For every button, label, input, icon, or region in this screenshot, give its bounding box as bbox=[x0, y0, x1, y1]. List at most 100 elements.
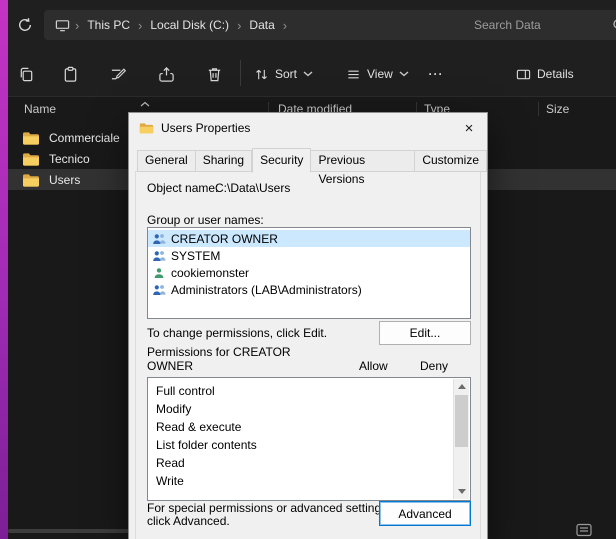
advanced-button[interactable]: Advanced bbox=[379, 501, 471, 526]
user-item-administrators[interactable]: Administrators (LAB\Administrators) bbox=[148, 281, 470, 298]
this-pc-icon bbox=[52, 15, 72, 35]
user-item-cookiemonster[interactable]: cookiemonster bbox=[148, 264, 470, 281]
folder-icon bbox=[139, 122, 154, 134]
chevron-down-icon bbox=[303, 71, 313, 77]
details-pane-icon bbox=[516, 67, 531, 82]
details-button[interactable]: Details bbox=[508, 60, 588, 88]
user-item-system[interactable]: SYSTEM bbox=[148, 247, 470, 264]
refresh-button[interactable] bbox=[12, 13, 38, 37]
search-icon bbox=[612, 18, 616, 32]
permission-row-read-execute[interactable]: Read & execute bbox=[148, 418, 470, 436]
scroll-down-icon bbox=[458, 489, 466, 494]
user-item-label: cookiemonster bbox=[171, 266, 249, 280]
user-group-icon bbox=[152, 233, 166, 245]
folder-icon bbox=[22, 173, 40, 187]
tab-security[interactable]: Security bbox=[252, 148, 311, 173]
edit-button[interactable]: Edit... bbox=[379, 321, 471, 345]
navigation-bar: › This PC › Local Disk (C:) › Data › bbox=[8, 0, 616, 50]
user-group-icon bbox=[152, 250, 166, 262]
breadcrumb-this-pc[interactable]: This PC bbox=[82, 18, 135, 32]
view-button[interactable]: View bbox=[340, 62, 415, 86]
scroll-up-icon bbox=[458, 384, 466, 389]
breadcrumb-separator[interactable]: › bbox=[135, 18, 145, 33]
sort-label: Sort bbox=[275, 67, 297, 81]
tab-customize[interactable]: Customize bbox=[415, 150, 487, 172]
rename-button[interactable] bbox=[104, 62, 132, 86]
object-name-value: C:\Data\Users bbox=[215, 181, 290, 195]
paste-icon bbox=[62, 66, 79, 83]
dialog-titlebar[interactable]: Users Properties bbox=[129, 113, 487, 143]
scroll-up-button[interactable] bbox=[454, 379, 469, 394]
user-item-label: CREATOR OWNER bbox=[171, 232, 278, 246]
allow-column-label: Allow bbox=[359, 359, 388, 373]
chevron-down-icon bbox=[399, 71, 409, 77]
file-name: Tecnico bbox=[49, 152, 90, 166]
toolbar-divider bbox=[240, 60, 241, 86]
share-button[interactable] bbox=[152, 62, 180, 86]
user-item-label: SYSTEM bbox=[171, 249, 220, 263]
breadcrumb-separator[interactable]: › bbox=[280, 18, 290, 33]
permission-row-modify[interactable]: Modify bbox=[148, 400, 470, 418]
view-label: View bbox=[367, 67, 393, 81]
sort-icon bbox=[254, 67, 269, 82]
more-options-button[interactable]: ··· bbox=[422, 62, 450, 86]
scroll-down-button[interactable] bbox=[454, 484, 469, 499]
permission-row-write[interactable]: Write bbox=[148, 472, 470, 490]
advanced-hint-line2: click Advanced. bbox=[147, 514, 230, 528]
user-item-label: Administrators (LAB\Administrators) bbox=[171, 283, 362, 297]
permissions-scrollbar[interactable] bbox=[453, 379, 469, 499]
share-icon bbox=[158, 66, 175, 83]
object-name-label: Object name: bbox=[147, 181, 218, 195]
trash-icon bbox=[206, 66, 223, 83]
sort-ascending-icon bbox=[140, 101, 150, 107]
dialog-title: Users Properties bbox=[161, 121, 250, 135]
breadcrumb-local-disk[interactable]: Local Disk (C:) bbox=[145, 18, 234, 32]
command-bar: Sort View ··· Details bbox=[8, 50, 616, 97]
file-name: Users bbox=[49, 173, 80, 187]
scrollbar-thumb[interactable] bbox=[455, 395, 468, 447]
permission-row-full-control[interactable]: Full control bbox=[148, 382, 470, 400]
tab-sharing[interactable]: Sharing bbox=[196, 150, 252, 172]
tab-previous-versions[interactable]: Previous Versions bbox=[311, 150, 415, 172]
group-user-names-label: Group or user names: bbox=[147, 213, 264, 227]
group-user-list[interactable]: CREATOR OWNER SYSTEM cookiemonster Admin… bbox=[147, 227, 471, 319]
search-input[interactable] bbox=[472, 17, 586, 33]
permissions-list[interactable]: Full control Modify Read & execute List … bbox=[147, 377, 471, 501]
search-box[interactable] bbox=[462, 10, 616, 40]
close-button[interactable]: × bbox=[451, 113, 487, 143]
sort-button[interactable]: Sort bbox=[248, 62, 319, 86]
address-bar[interactable]: › This PC › Local Disk (C:) › Data › bbox=[44, 10, 470, 40]
user-item-creator-owner[interactable]: CREATOR OWNER bbox=[148, 230, 470, 247]
folder-icon bbox=[22, 131, 40, 145]
permission-row-list-folder-contents[interactable]: List folder contents bbox=[148, 436, 470, 454]
view-mode-button[interactable] bbox=[572, 521, 596, 539]
paste-button[interactable] bbox=[56, 62, 84, 86]
folder-icon bbox=[22, 152, 40, 166]
details-label: Details bbox=[537, 67, 574, 81]
breadcrumb-separator[interactable]: › bbox=[234, 18, 244, 33]
column-header-name[interactable]: Name bbox=[24, 96, 56, 122]
permissions-for-label: Permissions for CREATOR OWNER bbox=[147, 345, 302, 373]
deny-column-label: Deny bbox=[420, 359, 448, 373]
user-group-icon bbox=[152, 284, 166, 296]
edit-permissions-hint: To change permissions, click Edit. bbox=[147, 326, 327, 340]
column-divider[interactable] bbox=[538, 102, 539, 116]
breadcrumb-separator[interactable]: › bbox=[72, 18, 82, 33]
desktop-edge-strip bbox=[0, 0, 8, 539]
breadcrumb-data[interactable]: Data bbox=[244, 18, 279, 32]
tab-general[interactable]: General bbox=[137, 150, 196, 172]
rename-icon bbox=[110, 66, 127, 83]
details-view-icon bbox=[576, 523, 592, 537]
copy-icon bbox=[18, 66, 35, 83]
refresh-icon bbox=[17, 17, 33, 33]
view-icon bbox=[346, 67, 361, 82]
advanced-hint-line1: For special permissions or advanced sett… bbox=[147, 501, 390, 515]
tab-strip: General Sharing Security Previous Versio… bbox=[137, 148, 487, 172]
delete-button[interactable] bbox=[200, 62, 228, 86]
properties-dialog: Users Properties × General Sharing Secur… bbox=[128, 112, 488, 539]
copy-button[interactable] bbox=[12, 62, 40, 86]
permission-row-read[interactable]: Read bbox=[148, 454, 470, 472]
column-header-size[interactable]: Size bbox=[546, 96, 569, 122]
single-user-icon bbox=[152, 267, 166, 279]
file-name: Commerciale bbox=[49, 131, 120, 145]
